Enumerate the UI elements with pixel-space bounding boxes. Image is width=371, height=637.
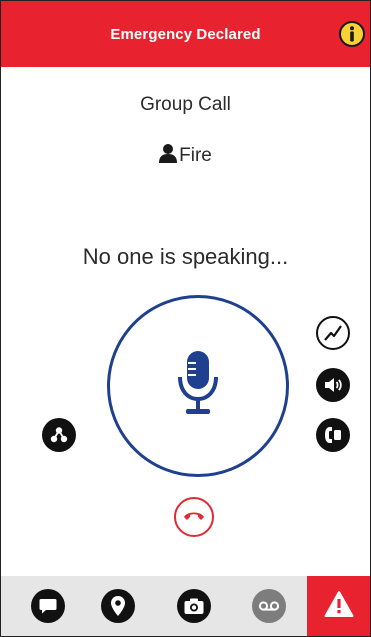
end-call-button[interactable] — [174, 497, 214, 537]
camera-icon[interactable] — [177, 589, 211, 623]
info-icon[interactable] — [339, 21, 365, 47]
call-type-label: Group Call — [140, 94, 231, 115]
app-screen: Emergency Declared Group Call Fire No on… — [0, 0, 371, 637]
earpiece-icon[interactable] — [316, 418, 350, 452]
emergency-button[interactable] — [307, 576, 370, 636]
bottom-nav — [1, 576, 370, 636]
header-bar: Emergency Declared — [1, 1, 370, 67]
microphone-icon — [176, 349, 220, 424]
speaker-icon[interactable] — [316, 368, 350, 402]
group-row: Fire — [1, 143, 370, 169]
signal-icon[interactable] — [316, 316, 350, 350]
location-share-icon[interactable] — [42, 418, 76, 452]
group-name: Fire — [179, 145, 212, 166]
chat-icon[interactable] — [31, 589, 65, 623]
emergency-warning-icon — [324, 590, 354, 623]
map-pin-icon[interactable] — [101, 589, 135, 623]
push-to-talk-button[interactable] — [107, 295, 289, 477]
hang-up-icon — [182, 508, 206, 527]
voicemail-icon[interactable] — [252, 589, 286, 623]
person-icon — [159, 143, 178, 169]
speaking-status: No one is speaking... — [82, 244, 289, 269]
header-title: Emergency Declared — [110, 25, 261, 43]
